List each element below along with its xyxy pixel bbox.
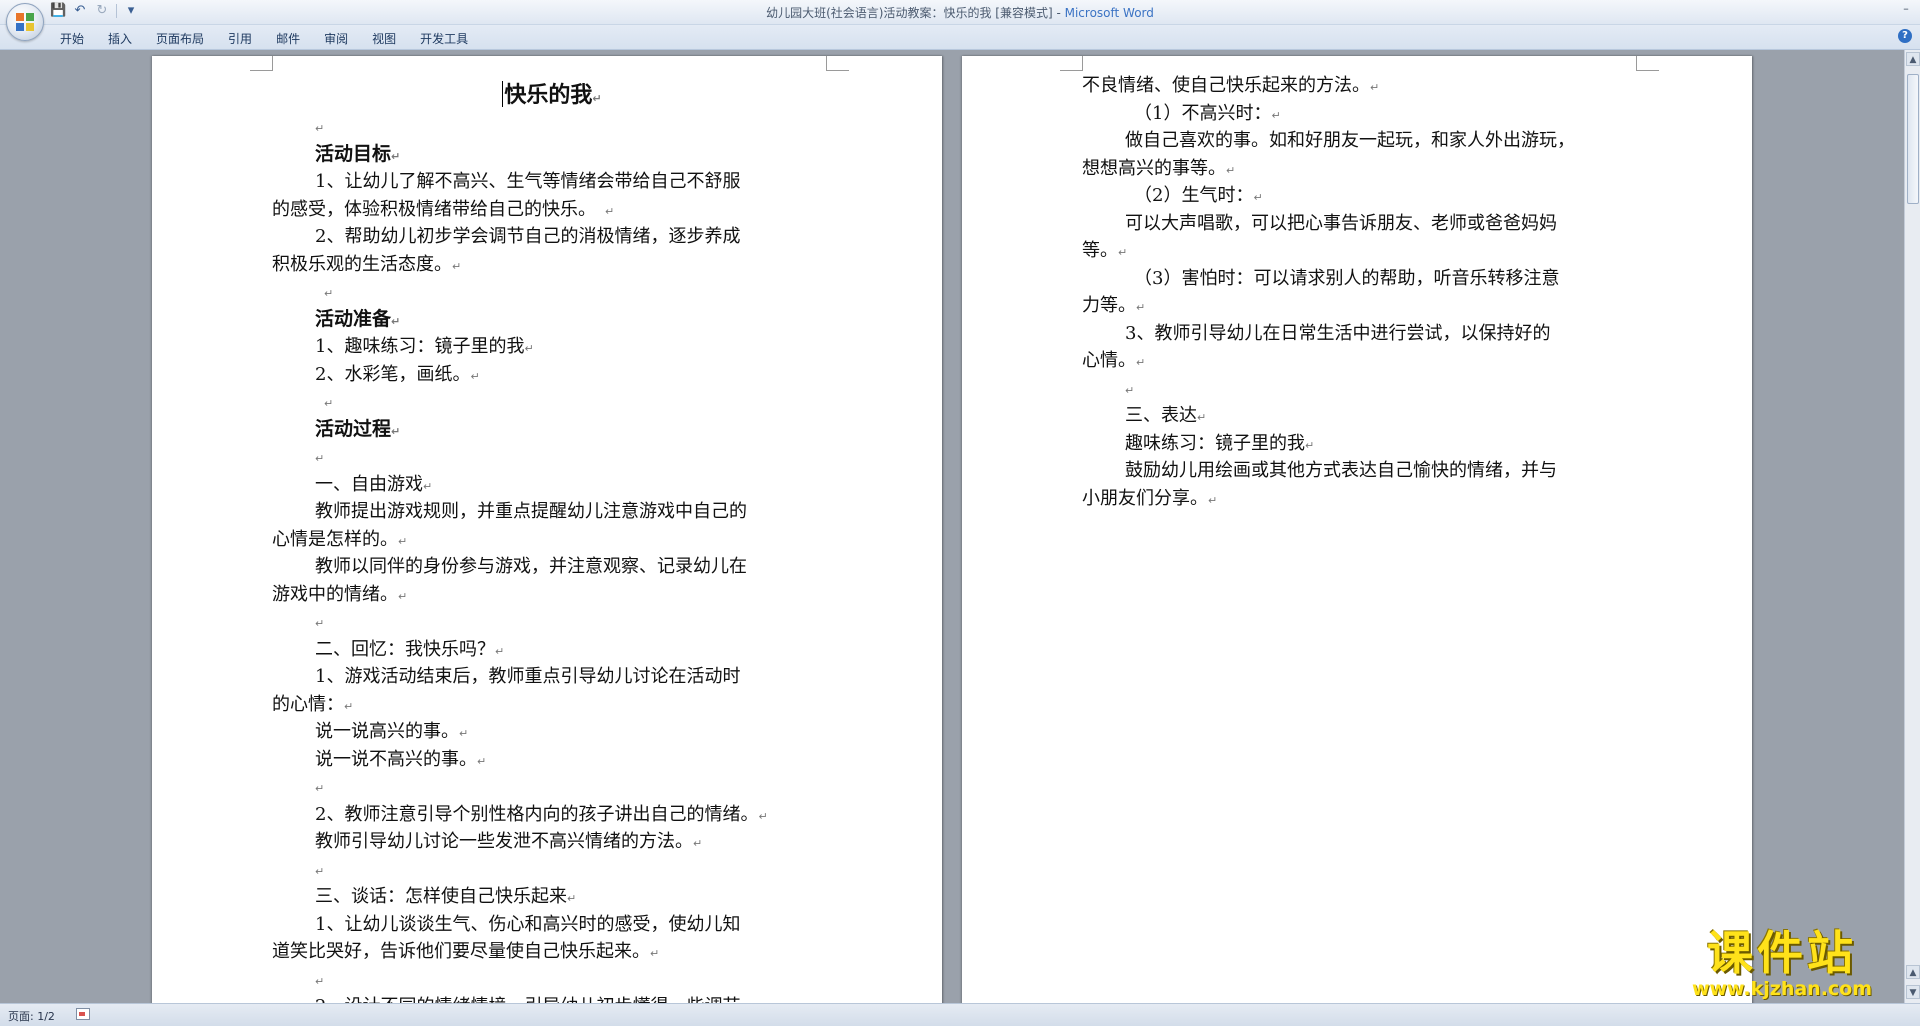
tab-mailings[interactable]: 邮件 [276, 25, 300, 49]
paragraph-line: 一、自由游戏↵ [315, 473, 433, 495]
paragraph-line: 2、教师注意引导个别性格内向的孩子讲出自己的情绪。↵ [315, 803, 768, 825]
tab-home[interactable]: 开始 [60, 25, 84, 49]
tab-review[interactable]: 审阅 [324, 25, 348, 49]
paragraph-line: 小朋友们分享。↵ [1082, 487, 1218, 509]
paragraph-line: 道笑比哭好，告诉他们要尽量使自己快乐起来。↵ [272, 941, 660, 962]
tab-references[interactable]: 引用 [228, 25, 252, 49]
paragraph-line: 的感受，体验积极情绪带给自己的快乐。 ↵ [272, 198, 615, 220]
previous-page-icon[interactable]: ▲ [1906, 965, 1920, 979]
paragraph-line: 鼓励幼儿用绘画或其他方式表达自己愉快的情绪，并与 [1125, 460, 1557, 481]
watermark-title: 课件站 [1707, 926, 1857, 980]
page-2-body[interactable]: 不良情绪、使自己快乐起来的方法。↵ （1）不高兴时：↵ 做自己喜欢的事。如和好朋… [1082, 72, 1642, 512]
paragraph-line: 3、教师引导幼儿在日常生活中进行尝试，以保持好的 [1125, 322, 1551, 344]
document-title: 快乐的我↵ [502, 81, 602, 108]
status-bar: 页面: 1/2 [0, 1003, 1920, 1026]
crop-mark [826, 56, 849, 71]
app-name: Microsoft Word [1064, 6, 1154, 20]
paragraph-line: 游戏中的情绪。↵ [272, 583, 408, 605]
watermark-logo: 课件站 www.kjzhan.com [1666, 928, 1898, 1000]
paragraph-line: 2、设计不同的情绪情境，引导幼儿初步懂得一些调节 [272, 993, 832, 1003]
tab-page-layout[interactable]: 页面布局 [156, 25, 204, 49]
paragraph-line: 说一说高兴的事。↵ [315, 721, 469, 742]
empty-paragraph: ↵ [324, 397, 334, 410]
watermark-url: www.kjzhan.com [1691, 978, 1873, 1000]
paragraph-line: 2、水彩笔，画纸。↵ [315, 363, 480, 385]
paragraph-line: 三、谈话：怎样使自己快乐起来↵ [315, 886, 577, 907]
help-icon[interactable]: ? [1898, 29, 1912, 43]
paragraph-line: 心情是怎样的。↵ [272, 528, 408, 550]
tab-insert[interactable]: 插入 [108, 25, 132, 49]
paragraph-line: （1）不高兴时：↵ [1134, 102, 1281, 124]
empty-paragraph: ↵ [315, 122, 325, 135]
paragraph-line: 1、趣味练习：镜子里的我↵ [315, 336, 534, 357]
paragraph-line: 1、让幼儿谈谈生气、伤心和高兴时的感受，使幼儿知 [315, 913, 741, 935]
section-heading: 活动过程↵ [315, 417, 401, 440]
macro-record-icon[interactable] [76, 1008, 90, 1020]
ribbon-tab-bar: 开始 插入 页面布局 引用 邮件 审阅 视图 开发工具 ? [0, 25, 1920, 50]
paragraph-line: 等。↵ [1082, 240, 1128, 261]
paragraph-line: 做自己喜欢的事。如和好朋友一起玩，和家人外出游玩， [1125, 130, 1575, 151]
paragraph-line: 心情。↵ [1082, 350, 1146, 371]
document-page-1[interactable]: 快乐的我↵ ↵ 活动目标↵ 1、让幼儿了解不高兴、生气等情绪会带给自己不舒服 的… [152, 56, 942, 1003]
empty-paragraph: ↵ [1125, 383, 1135, 397]
paragraph-line: 教师引导幼儿讨论一些发泄不高兴情绪的方法。↵ [315, 831, 703, 852]
empty-paragraph: ↵ [315, 864, 325, 878]
next-page-icon[interactable]: ▼ [1906, 985, 1920, 999]
paragraph-line: 趣味练习：镜子里的我↵ [1125, 432, 1315, 454]
document-workspace[interactable]: 快乐的我↵ ↵ 活动目标↵ 1、让幼儿了解不高兴、生气等情绪会带给自己不舒服 的… [0, 50, 1904, 1003]
window-title: 幼儿园大班(社会语言)活动教案：快乐的我 [兼容模式] - Microsoft … [0, 4, 1920, 21]
empty-paragraph: ↵ [315, 974, 325, 988]
paragraph-line: 三、表达↵ [1125, 405, 1207, 426]
scrollbar-thumb[interactable] [1907, 74, 1919, 204]
minimize-button[interactable]: – [1898, 2, 1914, 15]
empty-paragraph: ↵ [315, 782, 325, 795]
paragraph-line: 力等。↵ [1082, 295, 1146, 316]
empty-paragraph: ↵ [315, 452, 325, 465]
section-heading: 活动目标↵ [315, 142, 401, 165]
scroll-up-icon[interactable]: ▲ [1906, 52, 1920, 66]
paragraph-line: 说一说不高兴的事。↵ [315, 748, 487, 770]
paragraph-line: （3）害怕时：可以请求别人的帮助，听音乐转移注意 [1134, 267, 1560, 289]
page-1-body[interactable]: 快乐的我↵ ↵ 活动目标↵ 1、让幼儿了解不高兴、生气等情绪会带给自己不舒服 的… [272, 77, 832, 1003]
title-bar: 💾 ↶ ↻ ▾ 幼儿园大班(社会语言)活动教案：快乐的我 [兼容模式] - Mi… [0, 0, 1920, 25]
paragraph-line: 积极乐观的生活态度。↵ [272, 253, 462, 275]
crop-mark [1060, 56, 1083, 71]
paragraph-line: 教师提出游戏规则，并重点提醒幼儿注意游戏中自己的 [315, 501, 747, 522]
paragraph-line: 想想高兴的事等。↵ [1082, 157, 1236, 179]
page-count[interactable]: 页面: 1/2 [8, 1008, 55, 1024]
vertical-scrollbar[interactable]: ▲ ▲ ▼ [1904, 50, 1920, 1003]
empty-paragraph: ↵ [324, 287, 334, 300]
document-name: 幼儿园大班(社会语言)活动教案：快乐的我 [兼容模式] - [766, 6, 1065, 20]
paragraph-line: 2、帮助幼儿初步学会调节自己的消极情绪，逐步养成 [315, 226, 741, 247]
tab-view[interactable]: 视图 [372, 25, 396, 49]
empty-paragraph: ↵ [315, 617, 325, 630]
paragraph-line: 不良情绪、使自己快乐起来的方法。↵ [1082, 75, 1380, 96]
paragraph-line: 1、让幼儿了解不高兴、生气等情绪会带给自己不舒服 [315, 171, 741, 192]
ribbon-tabs: 开始 插入 页面布局 引用 邮件 审阅 视图 开发工具 [60, 25, 492, 49]
paragraph-line: 的心情：↵ [272, 693, 354, 715]
tab-developer[interactable]: 开发工具 [420, 25, 468, 49]
paragraph-line: 1、游戏活动结束后，教师重点引导幼儿讨论在活动时 [315, 666, 741, 687]
office-button[interactable] [6, 3, 44, 41]
office-logo-icon [16, 13, 34, 31]
paragraph-line: 二、回忆：我快乐吗？↵ [315, 638, 505, 660]
crop-mark [1636, 56, 1659, 71]
paragraph-line: 教师以同伴的身份参与游戏，并注意观察、记录幼儿在 [315, 556, 747, 577]
crop-mark [250, 56, 273, 71]
document-page-2[interactable]: 不良情绪、使自己快乐起来的方法。↵ （1）不高兴时：↵ 做自己喜欢的事。如和好朋… [962, 56, 1752, 1003]
paragraph-line: （2）生气时：↵ [1134, 185, 1263, 206]
section-heading: 活动准备↵ [315, 307, 401, 330]
window-controls: – [1898, 2, 1914, 15]
paragraph-line: 可以大声唱歌，可以把心事告诉朋友、老师或爸爸妈妈 [1125, 212, 1557, 234]
